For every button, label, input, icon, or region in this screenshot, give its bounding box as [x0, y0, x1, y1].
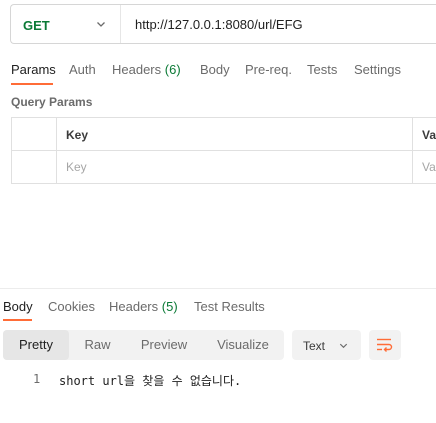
active-response-tab-indicator [3, 319, 32, 321]
format-dropdown[interactable]: Text [292, 330, 361, 360]
tab-tests[interactable]: Tests [307, 62, 337, 77]
method-label: GET [23, 18, 50, 33]
method-selector[interactable]: GET [11, 5, 121, 43]
line-number: 1 [33, 372, 41, 386]
wrap-lines-icon [377, 338, 393, 352]
response-body-text: short url을 찾을 수 없습니다. [59, 374, 242, 388]
tab-params[interactable]: Params [11, 62, 56, 77]
key-input[interactable]: Key [66, 160, 87, 174]
value-input[interactable]: Va [422, 160, 436, 174]
response-tab-body[interactable]: Body [3, 299, 33, 314]
table-row-divider [12, 150, 436, 151]
wrap-lines-button[interactable] [369, 330, 401, 360]
tab-auth[interactable]: Auth [69, 62, 96, 77]
column-header-value: Va [422, 128, 436, 142]
tab-headers-label: Headers [112, 62, 162, 77]
tab-body[interactable]: Body [200, 62, 230, 77]
view-visualize-button[interactable]: Visualize [204, 330, 282, 360]
request-bar: GET http://127.0.0.1:8080/url/EFG [10, 4, 436, 44]
view-pretty-button[interactable]: Pretty [3, 330, 69, 360]
tab-pre-request[interactable]: Pre-req. [245, 62, 292, 77]
url-input[interactable]: http://127.0.0.1:8080/url/EFG [135, 17, 303, 32]
view-preview-button[interactable]: Preview [128, 330, 200, 360]
response-headers-count: (5) [161, 299, 178, 314]
view-raw-button[interactable]: Raw [70, 330, 125, 360]
headers-count: (6) [164, 62, 181, 77]
active-tab-indicator [11, 83, 53, 85]
column-header-key: Key [66, 128, 89, 142]
query-params-table: Key Va Key Va [11, 117, 436, 184]
response-tab-headers-label: Headers [109, 299, 159, 314]
response-tab-headers[interactable]: Headers (5) [109, 299, 178, 314]
section-divider [0, 288, 436, 289]
chevron-down-icon [339, 343, 348, 349]
format-label: Text [303, 339, 326, 353]
query-params-title: Query Params [11, 95, 93, 109]
response-tab-test-results[interactable]: Test Results [194, 299, 265, 314]
chevron-down-icon [97, 22, 105, 27]
tab-headers[interactable]: Headers (6) [112, 62, 181, 77]
response-tab-cookies[interactable]: Cookies [48, 299, 95, 314]
tab-settings[interactable]: Settings [354, 62, 401, 77]
